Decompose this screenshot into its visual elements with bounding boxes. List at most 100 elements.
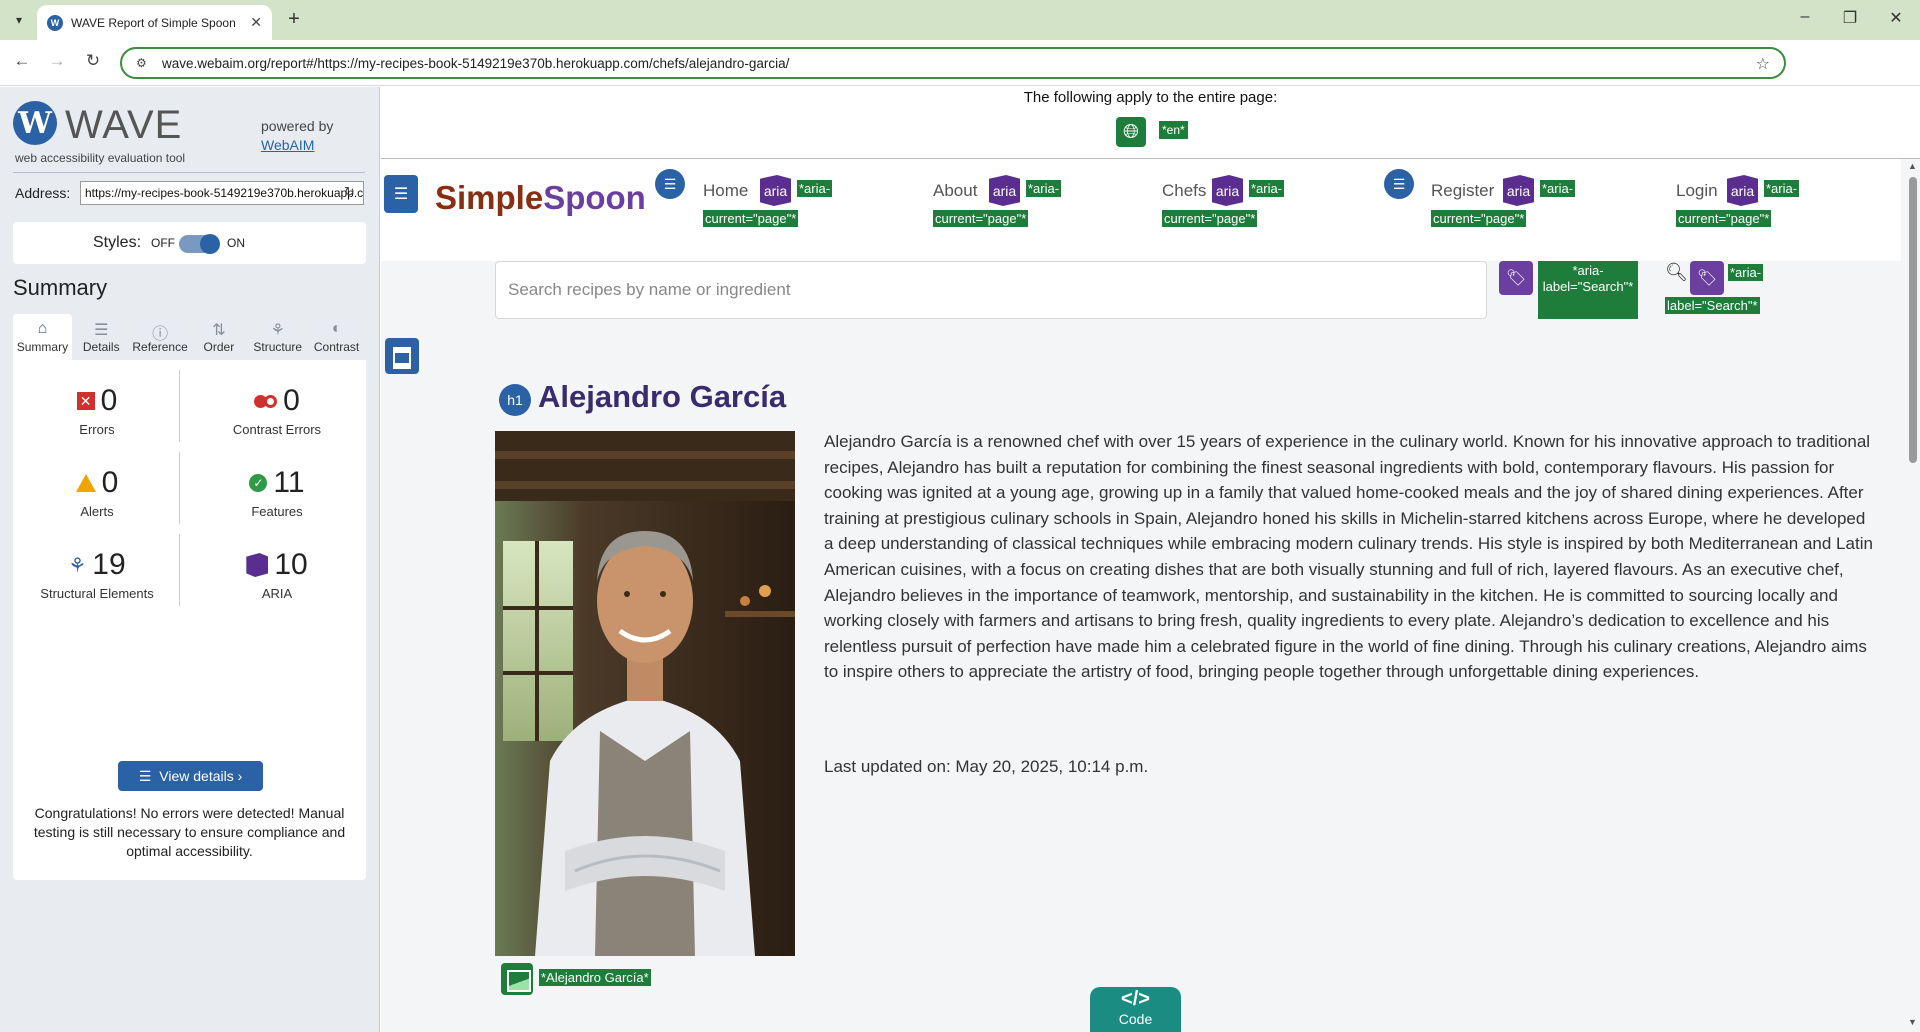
tab-details[interactable]: ☰ Details <box>72 314 131 360</box>
tab-order[interactable]: ⇅ Order <box>189 314 248 360</box>
aria-tag: *aria- <box>1728 264 1764 281</box>
summary-heading: Summary <box>13 275 108 300</box>
congrats-message: Congratulations! No errors were detected… <box>33 805 346 859</box>
nav-register[interactable]: Register <box>1431 181 1494 201</box>
main-region-icon[interactable] <box>385 338 419 374</box>
contrast-errors-stat[interactable]: 0 Contrast Errors <box>197 384 357 437</box>
wave-sidebar: W WAVE web accessibility evaluation tool… <box>0 87 380 1032</box>
aria-icon[interactable]: aria <box>760 175 791 206</box>
aria-label-tag-icon[interactable]: 🏷︎ <box>1690 261 1724 295</box>
last-updated: Last updated on: May 20, 2025, 10:14 p.m… <box>824 757 1149 776</box>
aria-icon[interactable]: aria <box>1212 175 1243 206</box>
structure-icon: ⚘ <box>270 322 285 339</box>
language-globe-icon[interactable]: 🌐︎ <box>1116 117 1146 147</box>
aria-stat[interactable]: 10 ARIA <box>197 548 357 601</box>
language-tag: *en* <box>1159 121 1188 139</box>
tab-contrast[interactable]: ◐ Contrast <box>307 314 366 360</box>
features-stat[interactable]: ✓ 11 Features <box>197 466 357 519</box>
nav-list-icon[interactable]: ☰ <box>655 169 685 199</box>
aria-tag: current="page"* <box>1162 210 1258 227</box>
nav-login[interactable]: Login <box>1676 181 1718 201</box>
code-button[interactable]: </> Code <box>1090 987 1181 1032</box>
tab-title: WAVE Report of Simple Spoon <box>71 15 236 30</box>
search-icon[interactable]: 🔍︎ <box>1665 262 1688 283</box>
tab-summary[interactable]: ⌂ Summary <box>13 314 72 360</box>
close-window-icon[interactable]: ✕ <box>1881 8 1911 28</box>
restore-icon[interactable]: ❐ <box>1835 8 1865 28</box>
forward-icon[interactable]: → <box>45 51 69 71</box>
url-text: wave.webaim.org/report#/https://my-recip… <box>162 55 790 71</box>
aria-icon[interactable]: aria <box>1727 175 1758 206</box>
structure-icon: ⚘ <box>68 554 87 577</box>
image-alt-icon[interactable] <box>501 963 533 995</box>
wave-favicon-icon: W <box>47 14 63 31</box>
scrollbar-thumb[interactable] <box>1909 177 1917 463</box>
address-bar[interactable]: ⚙ wave.webaim.org/report#/https://my-rec… <box>120 47 1786 79</box>
home-icon: ⌂ <box>37 320 48 337</box>
site-logo[interactable]: SimpleSpoon <box>435 179 646 217</box>
contrast-icon: ◐ <box>331 320 342 337</box>
aria-tag: *aria- <box>1026 180 1062 197</box>
scroll-up-icon[interactable]: ▲ <box>1908 161 1917 171</box>
heading-h1-icon[interactable]: h1 <box>499 384 531 416</box>
scroll-down-icon[interactable]: ▼ <box>1908 1017 1917 1027</box>
address-refresh-icon[interactable]: ↻ <box>344 184 355 200</box>
info-icon: ⓘ <box>152 326 169 343</box>
aria-tag: label="Search"* <box>1665 297 1760 314</box>
alerts-stat[interactable]: 0 Alerts <box>17 466 177 519</box>
contrast-error-icon <box>254 394 278 408</box>
reload-icon[interactable]: ↻ <box>81 51 105 71</box>
aria-icon[interactable]: aria <box>1503 175 1534 206</box>
aria-tag: current="page"* <box>703 210 799 227</box>
browser-tab-bar: ▾ W WAVE Report of Simple Spoon ✕ + – ❐ … <box>0 0 1920 40</box>
aria-icon[interactable]: aria <box>989 175 1020 206</box>
errors-stat[interactable]: ✕ 0 Errors <box>17 384 177 437</box>
webaim-link[interactable]: WebAIM <box>261 137 314 153</box>
view-details-button[interactable]: ☰ View details › <box>118 761 263 791</box>
tab-reference[interactable]: ⓘ Reference <box>131 314 190 360</box>
aria-tag: current="page"* <box>933 210 1029 227</box>
aria-tag: *aria- <box>1764 180 1800 197</box>
page-wide-banner: The following apply to the entire page: … <box>381 87 1920 159</box>
nav-about[interactable]: About <box>933 181 977 201</box>
wave-tabs: ⌂ Summary ☰ Details ⓘ Reference ⇅ Order ⚘ Str… <box>13 314 366 360</box>
chef-name-heading: Alejandro García <box>538 379 787 414</box>
powered-by-label: powered by <box>261 118 334 134</box>
summary-panel: ✕ 0 Errors 0 Contrast Errors 0 Alerts ✓ 11… <box>13 360 366 880</box>
code-icon: </> <box>1121 988 1150 1010</box>
aria-tag: *aria- <box>1540 180 1576 197</box>
wave-address-input[interactable]: https://my-recipes-book-5149219e370b.her… <box>80 181 364 205</box>
aria-icon <box>246 553 269 577</box>
back-icon[interactable]: ← <box>10 51 34 71</box>
tab-structure[interactable]: ⚘ Structure <box>248 314 307 360</box>
styles-toggle[interactable] <box>179 234 220 254</box>
wave-subtitle: web accessibility evaluation tool <box>15 151 186 165</box>
nav-chefs[interactable]: Chefs <box>1162 181 1206 201</box>
error-icon: ✕ <box>76 392 95 410</box>
list-icon: ☰ <box>138 767 152 784</box>
structural-stat[interactable]: ⚘ 19 Structural Elements <box>17 548 177 601</box>
search-aria-label-tag: *aria- label="Search"* <box>1538 261 1638 319</box>
chef-bio: Alejandro García is a renowned chef with… <box>824 432 1873 682</box>
bookmark-star-icon[interactable]: ☆ <box>1756 54 1770 74</box>
tab-search-chevron-icon[interactable]: ▾ <box>8 9 30 31</box>
aria-label-tag-icon[interactable]: 🏷︎ <box>1499 261 1533 295</box>
list-icon: ☰ <box>94 322 109 339</box>
aria-tag: current="page"* <box>1676 210 1772 227</box>
tab-close-icon[interactable]: ✕ <box>250 14 262 31</box>
feature-check-icon: ✓ <box>249 474 268 492</box>
header-landmark-icon[interactable]: ☰ <box>384 175 418 213</box>
nav-list-icon[interactable]: ☰ <box>1384 169 1414 199</box>
site-info-icon[interactable]: ⚙ <box>136 56 150 70</box>
minimize-icon[interactable]: – <box>1790 8 1820 26</box>
nav-home[interactable]: Home <box>703 181 748 201</box>
aria-tag: *aria- <box>797 180 833 197</box>
wave-brand: WAVE <box>65 103 183 147</box>
styles-off-label: OFF <box>151 236 175 250</box>
divider <box>13 172 365 173</box>
chef-photo <box>495 431 795 956</box>
browser-tab[interactable]: W WAVE Report of Simple Spoon ✕ <box>37 5 272 40</box>
new-tab-icon[interactable]: + <box>282 8 306 31</box>
recipe-search-input[interactable]: Search recipes by name or ingredient <box>495 261 1487 319</box>
image-alt-tag: *Alejandro García* <box>539 969 651 986</box>
